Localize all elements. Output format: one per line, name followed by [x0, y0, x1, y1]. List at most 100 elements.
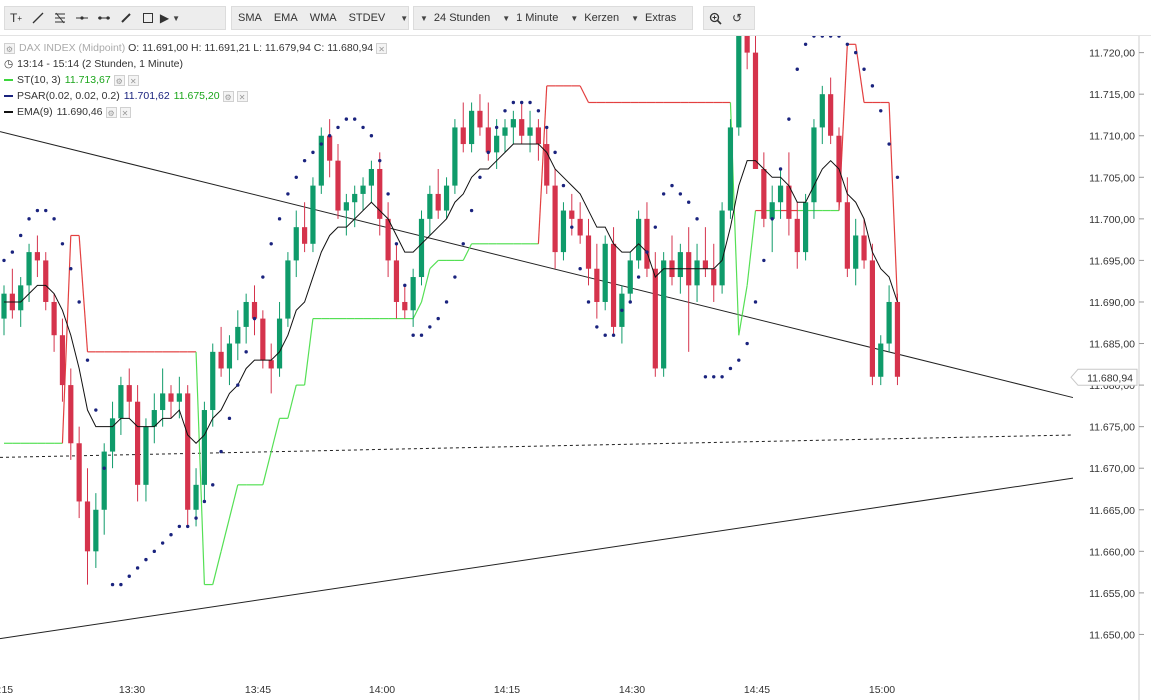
legend-psar-value1: 11.701,62: [124, 88, 170, 104]
ema-button[interactable]: EMA: [268, 7, 304, 29]
psar-dot: [278, 217, 281, 220]
candle-body: [93, 510, 98, 552]
candle-body: [703, 260, 708, 268]
time-tick-label: 14:30: [619, 684, 645, 696]
candle-body: [811, 127, 816, 202]
candle-body: [386, 219, 391, 261]
settings-icon[interactable]: ⚙: [114, 75, 125, 86]
candle-body: [502, 127, 507, 135]
indicator-more-button[interactable]: ▼: [391, 7, 414, 29]
psar-dot: [645, 250, 648, 253]
chart-toolbar: T+ ▶▼ SMA EMA WMA STDEV ▼ ▼24 Stunden ▼1…: [0, 0, 1151, 36]
time-tick-label: 14:00: [369, 684, 395, 696]
timespan-select[interactable]: ▼24 Stunden: [414, 7, 496, 29]
zoom-in-icon[interactable]: [704, 7, 726, 29]
fib-tool-icon[interactable]: [49, 7, 71, 29]
candle-body: [720, 211, 725, 286]
candle-body: [586, 235, 591, 268]
price-tick-label: 11.660,00: [1089, 546, 1135, 558]
psar-dot: [111, 583, 114, 586]
psar-dot: [445, 300, 448, 303]
charttype-select[interactable]: ▼Kerzen: [564, 7, 625, 29]
candle-body: [419, 219, 424, 277]
candle-body: [644, 219, 649, 269]
hline-tool-icon[interactable]: [71, 7, 93, 29]
psar-dot: [662, 192, 665, 195]
psar-dot: [620, 309, 623, 312]
reset-zoom-icon[interactable]: ↺: [726, 7, 748, 29]
settings-icon[interactable]: ⚙: [223, 91, 234, 102]
psar-dot: [386, 192, 389, 195]
psar-dot: [762, 259, 765, 262]
candle-body: [469, 111, 474, 144]
psar-dot: [587, 300, 590, 303]
psar-dot: [695, 217, 698, 220]
close-icon[interactable]: ✕: [237, 91, 248, 102]
candle-body: [411, 277, 416, 310]
candle-body: [110, 418, 115, 451]
candle-body: [653, 269, 658, 369]
candle-body: [344, 202, 349, 210]
psar-dot: [311, 151, 314, 154]
psar-dot: [203, 500, 206, 503]
psar-dot: [236, 383, 239, 386]
psar-dot: [244, 350, 247, 353]
candle-body: [820, 94, 825, 127]
line-tool-icon[interactable]: [27, 7, 49, 29]
timeframe-group: ▼24 Stunden ▼1 Minute ▼Kerzen ▼Extras: [413, 6, 693, 30]
extras-select[interactable]: ▼Extras: [625, 7, 682, 29]
psar-dot: [629, 300, 632, 303]
pen-tool-icon[interactable]: [115, 7, 137, 29]
candle-body: [335, 161, 340, 211]
psar-dot: [211, 483, 214, 486]
rect-tool-icon[interactable]: [137, 7, 159, 29]
chevron-down-icon: ▼: [631, 14, 639, 23]
ema-swatch: [4, 111, 13, 113]
close-icon[interactable]: ✕: [376, 43, 387, 54]
wma-button[interactable]: WMA: [304, 7, 343, 29]
candle-body: [85, 501, 90, 551]
indicator-group: SMA EMA WMA STDEV ▼: [231, 6, 409, 30]
legend-ema-row: EMA(9) 11.690,46 ⚙✕: [4, 104, 387, 120]
psar-dot: [361, 126, 364, 129]
price-chart[interactable]: 11.650,0011.655,0011.660,0011.665,0011.6…: [0, 36, 1151, 700]
sma-button[interactable]: SMA: [232, 7, 268, 29]
candle-body: [511, 119, 516, 127]
settings-icon[interactable]: ⚙: [106, 107, 117, 118]
candle-body: [177, 393, 182, 401]
settings-icon[interactable]: ⚙: [4, 43, 15, 54]
candle-body: [636, 219, 641, 261]
psar-dot: [178, 525, 181, 528]
price-tick-label: 11.655,00: [1089, 588, 1135, 600]
interval-select[interactable]: ▼1 Minute: [496, 7, 564, 29]
price-axis[interactable]: 11.650,0011.655,0011.660,0011.665,0011.6…: [1071, 36, 1151, 700]
legend-psar-name: PSAR(0.02, 0.02, 0.2): [17, 88, 120, 104]
time-tick-label: 13:15: [0, 684, 13, 696]
text-tool-icon[interactable]: T+: [5, 7, 27, 29]
candle-body: [753, 53, 758, 169]
time-tick-label: 13:45: [245, 684, 271, 696]
psar-dot: [712, 375, 715, 378]
psar-dot: [453, 275, 456, 278]
candle-body: [778, 186, 783, 203]
cursor-tool-icon[interactable]: ▶▼: [159, 7, 181, 29]
psar-dot: [562, 184, 565, 187]
candle-body: [477, 111, 482, 128]
close-icon[interactable]: ✕: [120, 107, 131, 118]
psar-dot: [69, 267, 72, 270]
candle-body: [135, 402, 140, 485]
psar-dot: [370, 134, 373, 137]
candle-body: [519, 119, 524, 136]
price-tick-label: 11.700,00: [1089, 214, 1135, 226]
psar-dot: [428, 325, 431, 328]
candle-body: [360, 186, 365, 194]
candle-body: [494, 136, 499, 153]
psar-dot: [570, 225, 573, 228]
psar-dot: [27, 217, 30, 220]
psar-dot: [779, 167, 782, 170]
close-icon[interactable]: ✕: [128, 75, 139, 86]
chevron-down-icon: ▼: [502, 14, 510, 23]
measure-tool-icon[interactable]: [93, 7, 115, 29]
psar-dot: [77, 300, 80, 303]
stdev-button[interactable]: STDEV: [343, 7, 392, 29]
